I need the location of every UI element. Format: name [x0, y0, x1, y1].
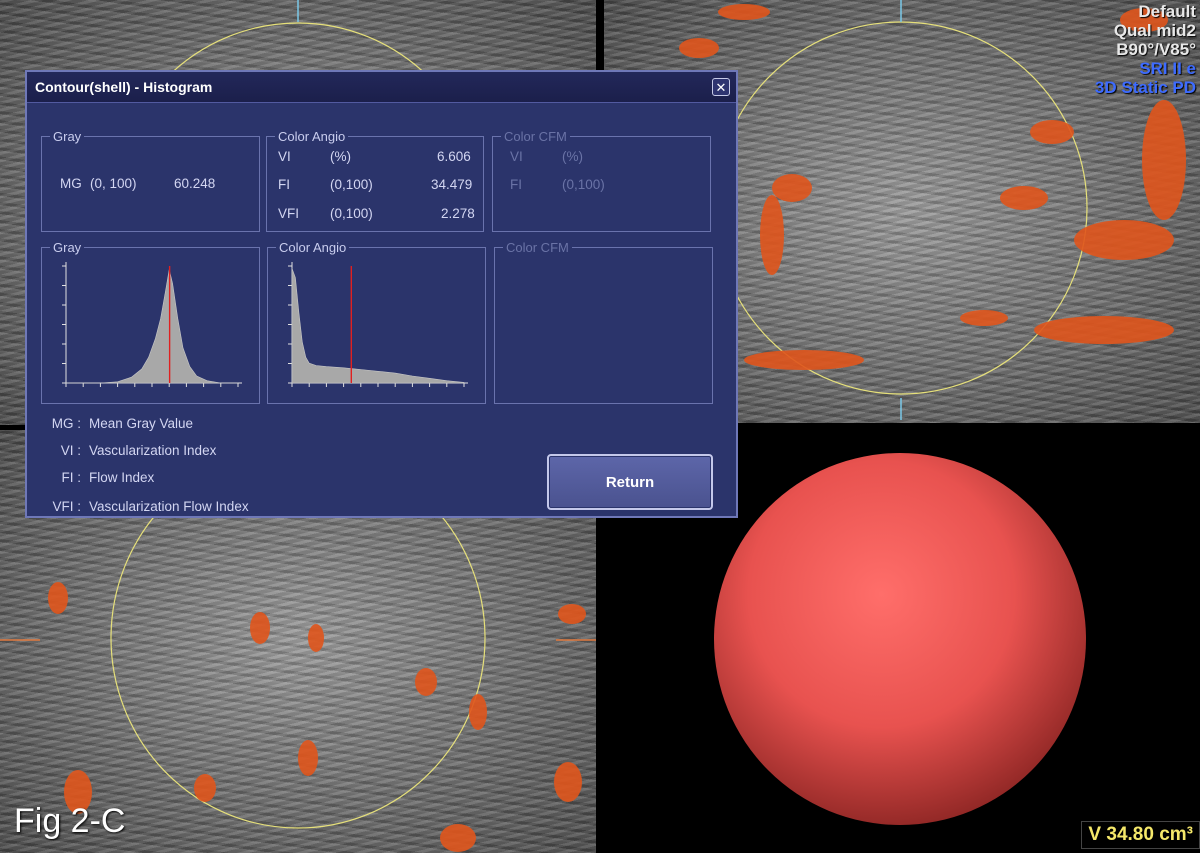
- close-button[interactable]: ✕: [712, 78, 730, 96]
- legend-item-vfi: VFI : Vascularization Flow Index: [41, 499, 249, 514]
- histogram-dialog: Contour(shell) - Histogram ✕ Gray MG (0,…: [25, 70, 738, 518]
- stat-value-vi: 6.606: [437, 149, 471, 164]
- stat-range-fi: (0,100): [562, 177, 605, 192]
- group-title: Color CFM: [503, 240, 572, 255]
- stat-value-fi: 34.479: [431, 177, 473, 192]
- sri-label: SRI II e: [1139, 59, 1196, 78]
- volume-readout: V 34.80 cm³: [1081, 821, 1200, 849]
- cfm-stats-group: Color CFM VI (%) FI (0,100): [492, 129, 711, 232]
- cfm-histogram-group: Color CFM: [494, 240, 713, 404]
- stat-abbr-mg: MG: [60, 176, 82, 191]
- stat-range-fi: (0,100): [330, 177, 373, 192]
- legend-text: Flow Index: [89, 470, 155, 485]
- legend-item-fi: FI : Flow Index: [41, 470, 155, 485]
- figure-label: Fig 2-C: [14, 802, 126, 840]
- stat-range-mg: (0, 100): [90, 176, 137, 191]
- gray-histogram-group: Gray: [41, 240, 260, 404]
- stat-range-vfi: (0,100): [330, 206, 373, 221]
- angio-histogram-group: Color Angio: [267, 240, 486, 404]
- preset-label: Default: [1138, 2, 1196, 21]
- return-button[interactable]: Return: [547, 454, 713, 510]
- volume-sphere: [714, 453, 1086, 825]
- legend-text: Vascularization Flow Index: [89, 499, 249, 514]
- stat-range-vi: (%): [330, 149, 351, 164]
- angio-histogram-chart: [288, 262, 468, 387]
- group-title: Gray: [50, 129, 85, 144]
- legend-item-mg: MG : Mean Gray Value: [41, 416, 193, 431]
- acquisition-info: Default Qual mid2 B90°/V85° SRI II e 3D …: [1095, 2, 1196, 97]
- stat-abbr-fi: FI: [510, 177, 522, 192]
- stat-value-mg: 60.248: [174, 176, 216, 191]
- stat-value-vfi: 2.278: [441, 206, 475, 221]
- legend-text: Vascularization Index: [89, 443, 217, 458]
- legend-abbr: VI :: [60, 443, 81, 458]
- stat-abbr-vi: VI: [510, 149, 523, 164]
- legend-abbr: MG :: [51, 416, 81, 431]
- dialog-titlebar[interactable]: Contour(shell) - Histogram ✕: [27, 72, 736, 103]
- histogram-area: [66, 269, 238, 384]
- dialog-title: Contour(shell) - Histogram: [35, 79, 213, 95]
- group-title: Color CFM: [501, 129, 570, 144]
- quality-label: Qual mid2: [1113, 21, 1196, 40]
- stat-abbr-vi: VI: [278, 149, 291, 164]
- angle-label: B90°/V85°: [1116, 40, 1196, 59]
- stat-range-vi: (%): [562, 149, 583, 164]
- gray-stats-group: Gray MG (0, 100) 60.248: [41, 129, 260, 232]
- gray-histogram-chart: [62, 262, 242, 387]
- mode-label: 3D Static PD: [1094, 78, 1196, 97]
- angio-stats-group: Color Angio VI (%) 6.606 FI (0,100) 34.4…: [266, 129, 484, 232]
- flow-spots: [48, 582, 586, 852]
- legend-item-vi: VI : Vascularization Index: [41, 443, 217, 458]
- legend-abbr: FI :: [61, 470, 82, 485]
- legend-abbr: VFI :: [52, 499, 81, 514]
- histogram-area: [291, 268, 465, 384]
- stat-abbr-fi: FI: [278, 177, 290, 192]
- legend-text: Mean Gray Value: [89, 416, 194, 431]
- stat-abbr-vfi: VFI: [278, 206, 300, 221]
- group-title: Color Angio: [275, 129, 349, 144]
